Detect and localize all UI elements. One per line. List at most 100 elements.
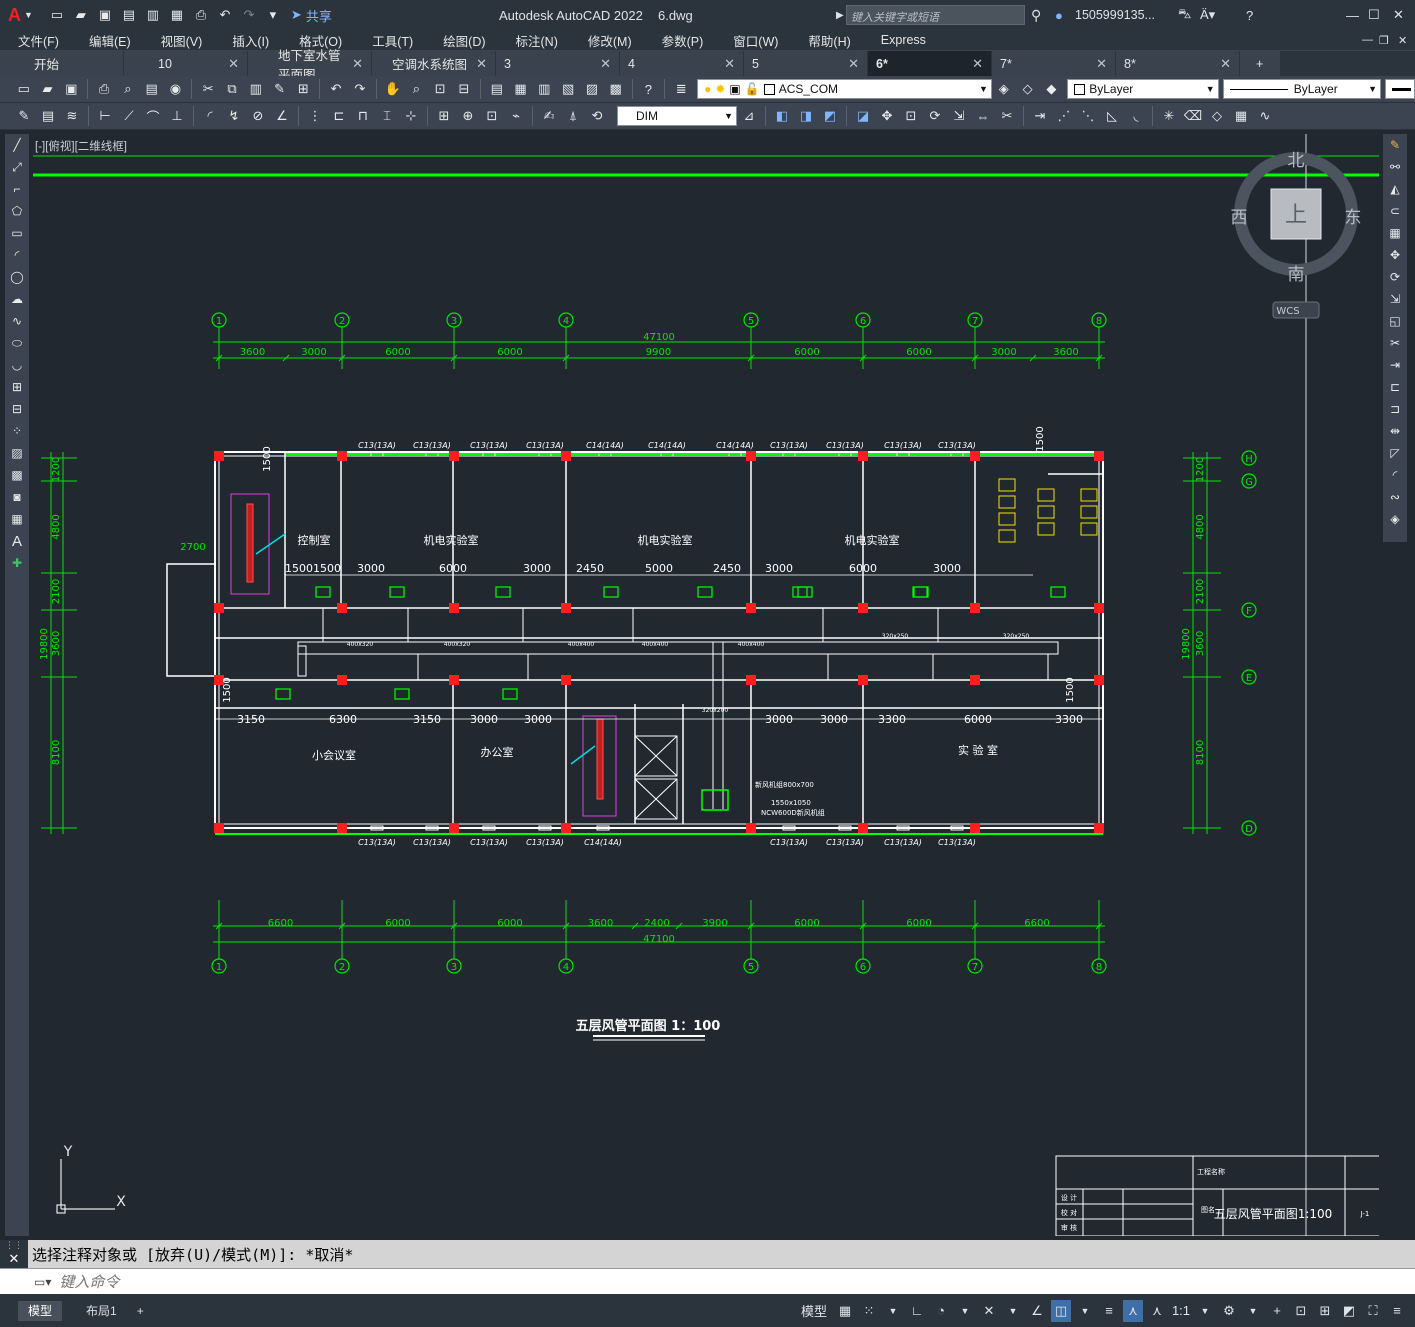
- make-block-icon[interactable]: ⊟: [5, 398, 29, 420]
- command-input[interactable]: [59, 1272, 1360, 1291]
- dim-edit-icon[interactable]: ✍: [539, 107, 559, 125]
- tolerance-icon[interactable]: ⊞: [434, 107, 454, 125]
- share-button[interactable]: 共享: [306, 6, 332, 25]
- lightbulb-icon[interactable]: ●: [704, 82, 711, 96]
- table-icon[interactable]: ▦: [5, 508, 29, 530]
- edit-poly-icon[interactable]: ◇: [1207, 107, 1227, 125]
- linetype-combo[interactable]: ByLayer ▼: [1222, 79, 1382, 99]
- tab-basement-water[interactable]: 地下室水管平面图 ✕: [248, 49, 371, 82]
- baseline-dim-icon[interactable]: ⊏: [329, 107, 349, 125]
- close-icon[interactable]: ✕: [1096, 56, 1107, 72]
- hatch-icon[interactable]: ▨: [5, 442, 29, 464]
- region-icon[interactable]: ◙: [5, 486, 29, 508]
- paste-icon[interactable]: ▥: [246, 80, 266, 98]
- arc-length-icon[interactable]: ⌒: [143, 107, 163, 125]
- expand-search-icon[interactable]: ▶: [836, 10, 844, 21]
- extend-icon[interactable]: ⇥: [1383, 354, 1407, 376]
- menu-parametric[interactable]: 参数(P): [644, 31, 716, 50]
- spline-icon[interactable]: ∿: [5, 310, 29, 332]
- color-combo[interactable]: ByLayer ▼: [1067, 79, 1219, 99]
- workspace-gear-icon[interactable]: ⚙: [1219, 1300, 1239, 1322]
- chevron-down-icon[interactable]: ▼: [1003, 1300, 1023, 1322]
- draw-order-icon[interactable]: ▦: [1231, 107, 1251, 125]
- rotate-icon[interactable]: ⟳: [1383, 266, 1407, 288]
- app-logo[interactable]: A: [8, 5, 21, 26]
- cad-drawing[interactable]: 1 1 2 2 3 3 4 4 5 5 6 6 7 7 8 8 47100 3600 3000 6000 6000 990…: [33, 134, 1379, 1236]
- chamfer-icon[interactable]: ◸: [1383, 442, 1407, 464]
- mirror-icon[interactable]: ◭: [1383, 178, 1407, 200]
- redo-icon[interactable]: ↷: [239, 6, 259, 24]
- insert-block-icon[interactable]: ⊞: [5, 376, 29, 398]
- break-icon[interactable]: ⊐: [1383, 398, 1407, 420]
- sun-icon[interactable]: ✹: [715, 82, 725, 96]
- lineweight-icon[interactable]: ≡: [1099, 1300, 1119, 1322]
- units-icon[interactable]: ⊡: [1291, 1300, 1311, 1322]
- menu-tools[interactable]: 工具(T): [354, 31, 425, 50]
- tab-8[interactable]: 8* ✕: [1116, 51, 1239, 76]
- snap-icon[interactable]: ⁙: [859, 1300, 879, 1322]
- close-icon[interactable]: ✕: [228, 56, 239, 72]
- redo-icon[interactable]: ↷: [350, 80, 370, 98]
- mtext-icon[interactable]: A: [5, 530, 29, 552]
- dim-text-edit-icon[interactable]: ⍋: [563, 107, 583, 125]
- trim-icon[interactable]: ✂: [997, 107, 1017, 125]
- dim-update-icon[interactable]: ⟲: [587, 107, 607, 125]
- grip-icon[interactable]: ⋮⋮: [0, 1240, 28, 1251]
- add-layout-icon[interactable]: +: [127, 1301, 154, 1321]
- isometric-icon[interactable]: ∠: [1027, 1300, 1047, 1322]
- 3d-dwf-icon[interactable]: ◉: [166, 80, 186, 98]
- join-icon[interactable]: ⋱: [1078, 107, 1098, 125]
- rotate-icon[interactable]: ⟳: [925, 107, 945, 125]
- dim-break-icon[interactable]: ⊹: [401, 107, 421, 125]
- erase-icon[interactable]: ⌫: [1183, 107, 1203, 125]
- stretch-icon[interactable]: ◱: [1383, 310, 1407, 332]
- wcs-label[interactable]: WCS: [1276, 306, 1299, 317]
- compass-north[interactable]: 北: [1288, 151, 1305, 171]
- diameter-dim-icon[interactable]: ⊘: [248, 107, 268, 125]
- markup-icon[interactable]: ▨: [582, 80, 602, 98]
- dim-style-combo[interactable]: DIM ▼: [617, 106, 737, 126]
- tab-layout1[interactable]: 布局1: [76, 1301, 127, 1321]
- menu-view[interactable]: 视图(V): [143, 31, 215, 50]
- menu-express[interactable]: Express: [863, 33, 938, 47]
- menu-modify[interactable]: 修改(M): [570, 31, 644, 50]
- save-as-icon[interactable]: ▤: [119, 6, 139, 24]
- rectangle-icon[interactable]: ▭: [5, 222, 29, 244]
- model-space-button[interactable]: 模型: [801, 1300, 827, 1322]
- lock-icon[interactable]: 🔓: [745, 82, 760, 96]
- copy-obj-icon[interactable]: ◨: [796, 107, 816, 125]
- table-tool-icon[interactable]: ▤: [38, 107, 58, 125]
- maximize-button[interactable]: ☐: [1368, 7, 1380, 23]
- markup-tool-icon[interactable]: ✎: [14, 107, 34, 125]
- dim-style-icon[interactable]: ⊿: [739, 107, 759, 125]
- explode-icon[interactable]: ◈: [1383, 508, 1407, 530]
- block-editor-icon[interactable]: ⊞: [293, 80, 313, 98]
- tab-model[interactable]: 模型: [18, 1300, 63, 1321]
- open-icon[interactable]: ▰: [38, 80, 58, 98]
- chevron-down-icon[interactable]: ▼: [883, 1300, 903, 1322]
- match-prop-icon[interactable]: ✎: [270, 80, 290, 98]
- menu-help[interactable]: 帮助(H): [790, 31, 862, 50]
- tab-hvac-water[interactable]: 空调水系统图 ✕: [372, 51, 495, 76]
- tab-6[interactable]: 6* ✕: [868, 51, 991, 76]
- doc-minimize-button[interactable]: —: [1362, 34, 1373, 46]
- menu-dimension[interactable]: 标注(N): [498, 31, 570, 50]
- command-prompt-icon[interactable]: ▭▾: [34, 1275, 51, 1289]
- edit-spline-icon[interactable]: ∿: [1255, 107, 1275, 125]
- compass-west[interactable]: 西: [1231, 208, 1248, 228]
- angular-dim-icon[interactable]: ∠: [272, 107, 292, 125]
- plus-icon[interactable]: +: [1267, 1300, 1287, 1322]
- blend-icon[interactable]: ∾: [1383, 486, 1407, 508]
- calculator-icon[interactable]: ▩: [606, 80, 626, 98]
- aligned-dim-icon[interactable]: ⟋: [119, 107, 139, 125]
- center-mark-icon[interactable]: ⊕: [458, 107, 478, 125]
- viewport-freeze-icon[interactable]: ▣: [729, 82, 740, 96]
- print-icon[interactable]: ⎙: [191, 6, 211, 24]
- customize-menu-icon[interactable]: ≡: [1387, 1300, 1407, 1322]
- explode-icon[interactable]: ✳: [1159, 107, 1179, 125]
- save-icon[interactable]: ▣: [61, 80, 81, 98]
- break-at-point-icon[interactable]: ⊏: [1383, 376, 1407, 398]
- polyline-icon[interactable]: ⌐: [5, 178, 29, 200]
- help-icon[interactable]: ?: [639, 80, 659, 98]
- plot-icon[interactable]: ⎙: [94, 80, 114, 98]
